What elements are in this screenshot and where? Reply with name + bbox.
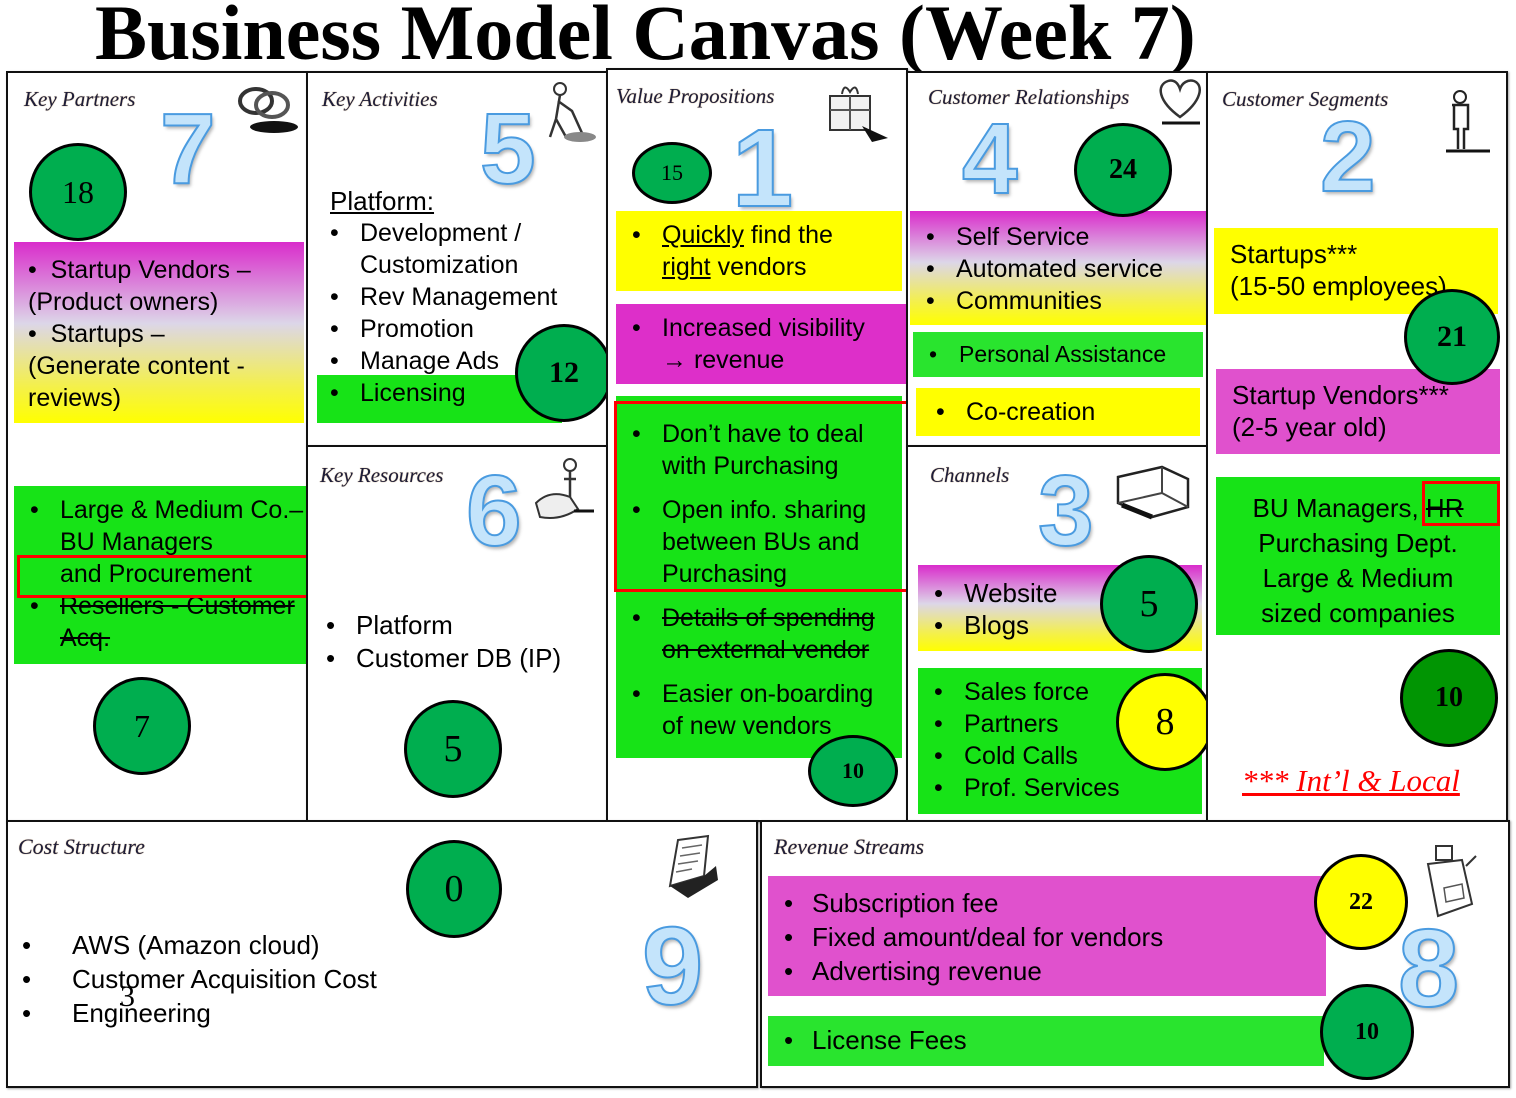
highlight-box [17,555,313,598]
key-activities-heading: Platform: [330,186,435,216]
cost-structure-list: AWS (Amazon cloud) Customer Acquisition … [6,928,466,1030]
list-item: Engineering [6,996,466,1030]
gift-icon [829,86,888,142]
sticky-item: Advertising revenue [768,954,1326,988]
customer-relationships-step-number: 4 [961,103,1019,215]
value-propositions-step-number: 1 [731,107,794,230]
sticky-item-struck: Details of spending on external vendor [616,602,902,666]
vote-badge: 0 [406,840,502,938]
vote-badge: 21 [1404,289,1500,385]
sticky-line: reviews) [28,384,122,412]
customer-relationships-cell: Customer Relationships 4 Self Service Au… [906,71,1208,447]
sticky-line: sized companies [1261,598,1455,628]
revenue-streams-sticky-subscriptions: Subscription fee Fixed amount/deal for v… [768,876,1326,996]
sticky-item: Easier on-boarding of new vendors [616,678,902,742]
heart-icon [1159,79,1201,125]
sticky-line: Startups*** [1230,239,1358,269]
sticky-line: (Generate content - [28,352,245,380]
value-propositions-cell: Value Propositions 1 Quickly find therig… [606,68,910,822]
cost-structure-title: Cost Structure [18,834,145,859]
key-partners-title: Key Partners [24,87,136,111]
vote-badge: 15 [632,142,712,204]
list-item: Rev Management [314,281,604,313]
sticky-item: Prof. Services [918,772,1202,804]
revenue-streams-title: Revenue Streams [774,834,925,859]
key-activities-title: Key Activities [322,87,438,111]
footnote-intl-local: *** Int’l & Local [1242,763,1460,798]
revenue-streams-cell: Revenue Streams 8 Subscription fee Fixed… [760,820,1510,1088]
customer-segments-step-number: 2 [1319,101,1377,213]
truck-icon [1116,465,1190,520]
stray-number: 3 [120,980,135,1013]
channels-step-number: 3 [1037,455,1095,567]
list-item: Customer Acquisition Cost [6,962,466,996]
vote-badge: 8 [1116,673,1214,771]
worker-icon [548,82,596,142]
customer-relationships-title: Customer Relationships [928,85,1130,109]
sticky-item: Communities [910,285,1206,317]
key-resources-list: Platform Customer DB (IP) [310,609,606,675]
key-partners-sticky-startups: • Startup Vendors – (Product owners) • S… [14,242,304,423]
sticky-item: Increased visibility → revenue [616,312,906,376]
sticky-line: • Startups – [28,320,165,348]
sticky-item: Fixed amount/deal for vendors [768,920,1326,954]
chain-link-icon [238,87,298,133]
cost-structure-step-number: 9 [641,905,704,1028]
sticky-item: Automated service [910,253,1206,285]
channels-cell: Channels 3 Website Blogs Sales force Par… [906,445,1214,822]
key-resources-step-number: 6 [465,455,523,567]
key-activities-cell: Key Activities 5 Platform: Development /… [306,71,613,447]
vote-badge: 5 [1100,555,1198,653]
key-partners-step-number: 7 [159,93,217,205]
sticky-item: Co-creation [920,396,1200,428]
sticky-line: Large & Medium [1262,563,1454,593]
customer-relationships-sticky-personal: Personal Assistance [913,332,1203,377]
sticky-item: License Fees [768,1024,1324,1056]
vote-badge: 24 [1074,123,1172,217]
sticky-line: • Startup Vendors – [28,256,251,284]
highlight-box [614,401,910,592]
page-title: Business Model Canvas (Week 7) [95,0,1196,76]
vote-badge: 10 [1320,984,1414,1080]
receipt-icon [668,834,718,898]
sticky-line: (2-5 year old) [1232,412,1387,442]
list-item: Customer DB (IP) [310,642,606,675]
list-item: AWS (Amazon cloud) [6,928,466,962]
key-resources-cell: Key Resources 6 Platform Customer DB (IP… [306,445,608,822]
vote-badge: 12 [515,324,613,422]
key-partners-cell: Key Partners 7 • Startup Vendors – (Prod… [6,71,313,822]
sticky-line: (Product owners) [28,288,219,316]
value-propositions-sticky-find-vendors: Quickly find theright vendors [616,211,902,291]
value-propositions-title: Value Propositions [616,84,775,108]
revenue-streams-sticky-license: License Fees [768,1016,1324,1066]
value-propositions-sticky-visibility: Increased visibility → revenue [616,304,906,384]
vote-badge: 22 [1314,854,1408,950]
sticky-line: Purchasing Dept. [1258,528,1458,558]
sticky-item: Self Service [910,221,1206,253]
resources-icon [534,458,594,519]
channels-title: Channels [930,463,1010,487]
customer-relationships-sticky-self-service: Self Service Automated service Communiti… [910,211,1206,325]
sticky-item: Quickly find theright vendors [616,219,902,283]
vote-badge: 5 [404,700,502,798]
sticky-item: Subscription fee [768,886,1326,920]
highlight-box [1422,481,1500,526]
vote-badge: 18 [29,143,127,241]
list-item: Platform [310,609,606,642]
vote-badge: 10 [1400,649,1498,747]
key-activities-step-number: 5 [479,93,537,205]
list-item: Development / Customization [314,217,604,281]
customer-relationships-sticky-cocreation: Co-creation [916,388,1200,436]
key-resources-title: Key Resources [320,463,444,487]
sticky-item-struck: Resellers - Customer Acq. [14,590,306,654]
customer-segments-cell: Customer Segments 2 Startups*** (15-50 e… [1206,71,1508,822]
cost-structure-cell: Cost Structure 9 AWS (Amazon cloud) Cust… [6,820,758,1088]
sticky-item: Personal Assistance [913,338,1203,370]
person-icon [1446,90,1490,153]
vote-badge: 7 [93,677,191,775]
vote-badge: 10 [808,735,898,807]
